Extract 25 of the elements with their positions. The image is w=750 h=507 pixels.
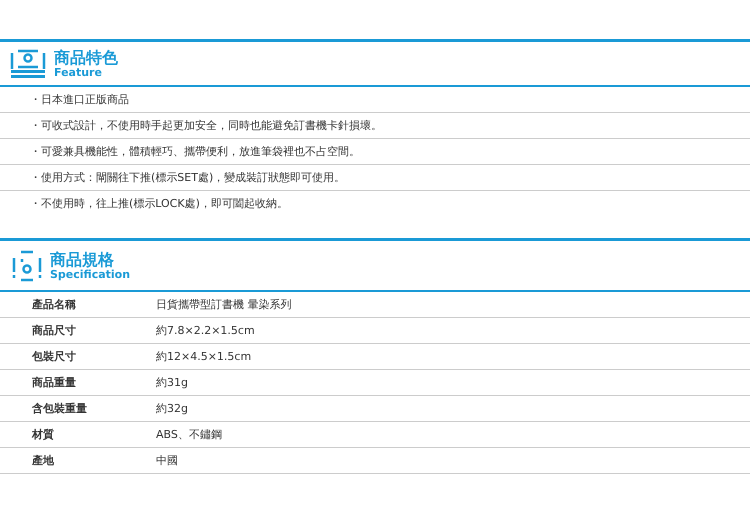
feature-item: ・可收式設計，不使用時手起更加安全，同時也能避免訂書機卡針損壞。 <box>30 118 382 133</box>
spec-label: 商品尺寸 <box>31 323 77 338</box>
spec-label: 包裝尺寸 <box>30 349 77 364</box>
spec-label: 含包裝重量 <box>31 401 88 416</box>
spec-label: 材質 <box>30 427 55 442</box>
spec-label: 商品重量 <box>31 375 77 390</box>
spec-value: 約7.8×2.2×1.5cm <box>156 323 255 338</box>
section-subtitle: Feature <box>54 66 103 79</box>
spec-label: 產地 <box>31 453 55 468</box>
frame-icon <box>12 250 42 282</box>
section-title: 商品特色 <box>54 49 118 67</box>
spec-value: 約31g <box>156 375 188 390</box>
spec-value: 約32g <box>156 401 188 416</box>
spec-label: 產品名稱 <box>31 297 77 312</box>
section-subtitle: Specification <box>50 268 130 281</box>
spec-value: 中國 <box>156 453 178 468</box>
spec-value: 日貨攜帶型訂書機 暈染系列 <box>156 297 292 312</box>
feature-item: ・日本進口正版商品 <box>30 92 129 107</box>
spec-value: 約12×4.5×1.5cm <box>156 349 252 364</box>
printer-icon <box>10 49 46 79</box>
feature-item: ・使用方式：閘關往下推(標示SET處)，變成裝訂狀態即可使用。 <box>30 170 346 185</box>
spec-value: ABS、不鏽鋼 <box>156 427 222 442</box>
feature-item: ・不使用時，往上推(標示LOCK處)，即可闔起收納。 <box>30 196 288 211</box>
feature-item: ・可愛兼具機能性，體積輕巧、攜帶便利，放進筆袋裡也不占空間。 <box>30 144 360 159</box>
section-title: 商品規格 <box>50 251 115 269</box>
